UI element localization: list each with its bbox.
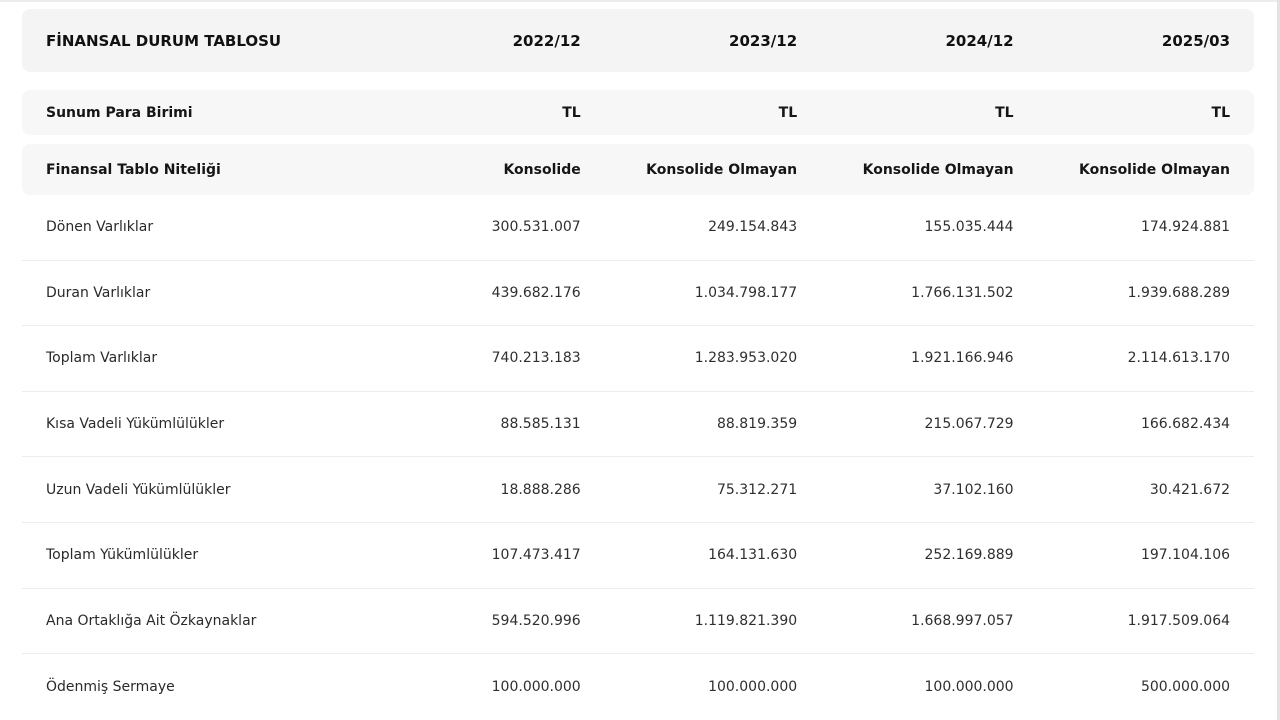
table-body: Dönen Varlıklar 300.531.007 249.154.843 … [22, 195, 1254, 720]
top-divider [0, 0, 1280, 2]
cell-value: 18.888.286 [500, 481, 581, 498]
cell-value: Konsolide Olmayan [862, 161, 1014, 178]
cell-value: 500.000.000 [1140, 678, 1231, 695]
cell-value: 88.585.131 [500, 416, 581, 433]
cell-value: 37.102.160 [933, 481, 1014, 498]
cell-value: TL [562, 104, 581, 121]
cell-value: 439.682.176 [491, 284, 581, 301]
cell-value: TL [1211, 104, 1231, 121]
row-label: Uzun Vadeli Yükümlülükler [46, 481, 231, 498]
row-label: Duran Varlıklar [46, 284, 151, 301]
cell-value: 100.000.000 [924, 678, 1014, 695]
cell-value: 174.924.881 [1140, 219, 1231, 236]
cell-value: 215.067.729 [924, 416, 1014, 433]
period-header: 2025/03 [1161, 31, 1231, 50]
cell-value: Konsolide [503, 161, 581, 178]
cell-value: 1.034.798.177 [694, 284, 798, 301]
cell-value: Konsolide Olmayan [1079, 161, 1231, 178]
cell-value: 197.104.106 [1140, 547, 1231, 564]
financial-position-table: FİNANSAL DURUM TABLOSU 2022/12 2023/12 2… [22, 9, 1254, 720]
row-label: Finansal Tablo Niteliği [46, 161, 221, 178]
row-label: Ödenmiş Sermaye [46, 678, 175, 695]
cell-value: 1.766.131.502 [911, 284, 1014, 301]
cell-value: 1.921.166.946 [911, 350, 1014, 367]
row-label: Toplam Varlıklar [46, 350, 158, 367]
cell-value: 252.169.889 [924, 547, 1014, 564]
statement-nature-row: Finansal Tablo Niteliği Konsolide Konsol… [22, 144, 1254, 195]
cell-value: 2.114.613.170 [1127, 350, 1231, 367]
table-row: Dönen Varlıklar 300.531.007 249.154.843 … [22, 195, 1254, 261]
cell-value: 30.421.672 [1149, 481, 1231, 498]
cell-value: 107.473.417 [491, 547, 581, 564]
table-row: Kısa Vadeli Yükümlülükler 88.585.131 88.… [22, 392, 1254, 458]
cell-value: 740.213.183 [491, 350, 581, 367]
cell-value: 1.283.953.020 [694, 350, 798, 367]
cell-value: 1.668.997.057 [911, 612, 1014, 629]
currency-row: Sunum Para Birimi TL TL TL TL [22, 90, 1254, 135]
cell-value: 249.154.843 [708, 219, 798, 236]
cell-value: 155.035.444 [924, 219, 1014, 236]
cell-value: 1.939.688.289 [1127, 284, 1231, 301]
cell-value: Konsolide Olmayan [646, 161, 798, 178]
period-header: 2022/12 [512, 31, 581, 50]
table-row: Toplam Yükümlülükler 107.473.417 164.131… [22, 523, 1254, 589]
table-row: Uzun Vadeli Yükümlülükler 18.888.286 75.… [22, 457, 1254, 523]
cell-value: TL [778, 104, 798, 121]
cell-value: 300.531.007 [491, 219, 581, 236]
table-row: Toplam Varlıklar 740.213.183 1.283.953.0… [22, 326, 1254, 392]
cell-value: 166.682.434 [1140, 416, 1231, 433]
table-row: Duran Varlıklar 439.682.176 1.034.798.17… [22, 261, 1254, 327]
row-label: Sunum Para Birimi [46, 104, 193, 121]
table-row: Ana Ortaklığa Ait Özkaynaklar 594.520.99… [22, 589, 1254, 655]
cell-value: 594.520.996 [491, 612, 581, 629]
cell-value: 75.312.271 [716, 481, 798, 498]
period-header: 2023/12 [729, 31, 798, 50]
table-title: FİNANSAL DURUM TABLOSU [46, 31, 282, 50]
period-header: 2024/12 [945, 31, 1014, 50]
cell-value: 164.131.630 [708, 547, 798, 564]
row-label: Dönen Varlıklar [46, 219, 154, 236]
row-label: Kısa Vadeli Yükümlülükler [46, 416, 225, 433]
row-label: Ana Ortaklığa Ait Özkaynaklar [46, 612, 257, 629]
cell-value: 100.000.000 [708, 678, 798, 695]
cell-value: 1.917.509.064 [1127, 612, 1231, 629]
cell-value: 100.000.000 [491, 678, 581, 695]
table-header-row: FİNANSAL DURUM TABLOSU 2022/12 2023/12 2… [22, 9, 1254, 72]
cell-value: TL [995, 104, 1014, 121]
cell-value: 1.119.821.390 [694, 612, 798, 629]
row-label: Toplam Yükümlülükler [46, 547, 199, 564]
cell-value: 88.819.359 [716, 416, 798, 433]
table-row: Ödenmiş Sermaye 100.000.000 100.000.000 … [22, 654, 1254, 720]
